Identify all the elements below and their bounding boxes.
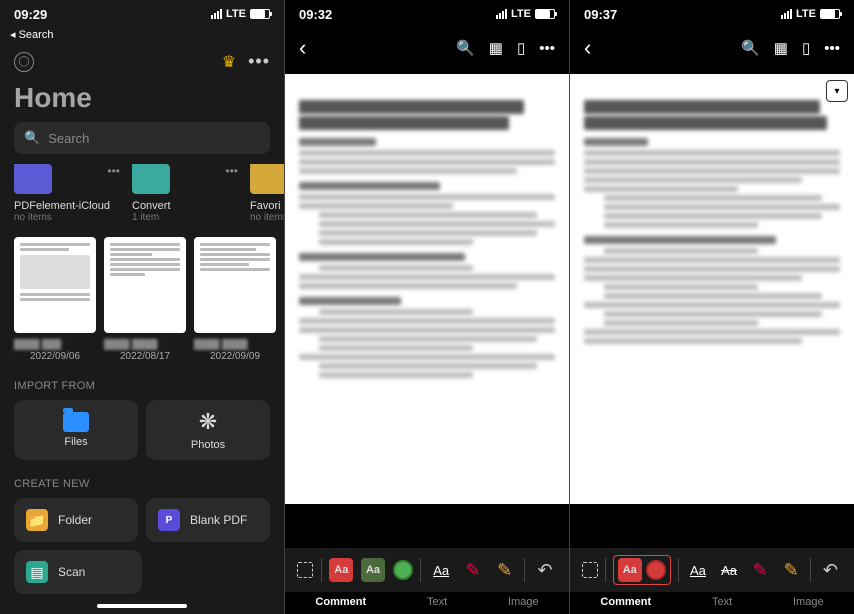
create-blank-pdf-button[interactable]: P Blank PDF <box>146 498 270 542</box>
back-to-search[interactable]: ◂ Search <box>0 28 284 45</box>
tab-comment[interactable]: Comment <box>315 596 366 608</box>
select-area-tool[interactable] <box>297 562 313 578</box>
search-placeholder: Search <box>48 131 89 146</box>
more-icon[interactable]: ••• <box>539 40 555 57</box>
more-icon[interactable]: ••• <box>824 40 840 57</box>
tab-comment[interactable]: Comment <box>600 596 651 608</box>
battery-icon <box>535 9 555 19</box>
folder-icon <box>132 164 170 194</box>
stamp-red-tool[interactable] <box>646 560 666 580</box>
grid-icon[interactable]: ▦ <box>774 39 788 57</box>
selected-tool-group: Aa <box>613 555 671 585</box>
highlighter-tool[interactable]: ✎ <box>779 558 803 582</box>
status-time: 09:37 <box>584 7 617 22</box>
import-label: IMPORT FROM <box>0 362 284 400</box>
top-row: ◯ ♛ ••• <box>0 45 284 78</box>
battery-icon <box>250 9 270 19</box>
more-icon[interactable]: ••• <box>248 51 270 72</box>
recent-docs: ████ ███ 2022/09/06 ████ ████ 2022/08/17… <box>0 223 284 362</box>
scan-button[interactable]: ▤ Scan <box>14 550 142 594</box>
text-underline-tool[interactable]: Aa <box>429 558 453 582</box>
crown-icon[interactable]: ♛ <box>222 52 236 72</box>
doc-item[interactable]: ████ ███ 2022/09/06 <box>14 237 96 362</box>
folder-icon: 📁 <box>26 509 48 531</box>
profile-icon[interactable]: ◯ <box>14 52 34 72</box>
grid-icon[interactable]: ▦ <box>489 39 503 57</box>
tab-image[interactable]: Image <box>508 596 539 608</box>
bookmark-icon[interactable]: ▯ <box>802 39 810 57</box>
files-icon <box>63 412 89 432</box>
status-time: 09:29 <box>14 7 47 22</box>
search-input[interactable]: 🔍 Search <box>14 122 270 154</box>
search-icon[interactable]: 🔍 <box>741 39 760 57</box>
stamp-green-tool[interactable] <box>393 560 413 580</box>
signal-icon <box>781 9 792 19</box>
folder-pdfelement[interactable]: ••• PDFelement-iCloud no items <box>14 164 124 223</box>
folder-more-icon[interactable]: ••• <box>225 164 238 178</box>
status-right: LTE <box>211 8 270 20</box>
annotation-toolbar: Aa Aa Aa ✎ ✎ ↶ <box>570 548 854 592</box>
folder-more-icon[interactable]: ••• <box>107 164 120 178</box>
text-strike-tool[interactable]: Aa <box>717 558 741 582</box>
highlighter-tool[interactable]: ✎ <box>493 558 517 582</box>
back-icon[interactable]: ‹ <box>299 35 306 61</box>
create-label: CREATE NEW <box>0 460 284 498</box>
document-viewer[interactable]: ▾ <box>570 74 854 504</box>
undo-icon[interactable]: ↶ <box>533 558 557 582</box>
signal-icon <box>211 9 222 19</box>
tab-image[interactable]: Image <box>793 596 824 608</box>
folder-row: ••• PDFelement-iCloud no items ••• Conve… <box>0 164 284 223</box>
pen-tool[interactable]: ✎ <box>461 558 485 582</box>
photos-icon: ❋ <box>199 409 217 435</box>
search-icon: 🔍 <box>24 130 40 146</box>
status-bar: 09:32 LTE <box>285 0 569 28</box>
nav-bar: ‹ 🔍 ▦ ▯ ••• <box>570 28 854 68</box>
tab-text[interactable]: Text <box>712 596 732 608</box>
import-photos-button[interactable]: ❋ Photos <box>146 400 270 460</box>
folder-favorites[interactable]: Favori no items <box>250 164 284 223</box>
search-icon[interactable]: 🔍 <box>456 39 475 57</box>
home-indicator[interactable] <box>97 604 187 608</box>
bottom-tabs: Comment Text Image <box>570 592 854 614</box>
home-screen: 09:29 LTE ◂ Search ◯ ♛ ••• Home 🔍 Search… <box>0 0 284 614</box>
status-bar: 09:37 LTE <box>570 0 854 28</box>
doc-item[interactable]: ████ ████ 2022/08/17 <box>104 237 186 362</box>
text-style-red-tool[interactable]: Aa <box>618 558 642 582</box>
select-area-tool[interactable] <box>582 562 598 578</box>
folder-icon <box>14 164 52 194</box>
battery-icon <box>820 9 840 19</box>
pdf-icon: P <box>158 509 180 531</box>
status-time: 09:32 <box>299 7 332 22</box>
doc-item[interactable]: ████ ████ 2022/09/09 <box>194 237 276 362</box>
back-icon[interactable]: ‹ <box>584 35 591 61</box>
page-title: Home <box>0 78 284 122</box>
annotation-toolbar: Aa Aa Aa ✎ ✎ ↶ <box>285 548 569 592</box>
bottom-tabs: Comment Text Image <box>285 592 569 614</box>
text-style-red-tool[interactable]: Aa <box>329 558 353 582</box>
text-style-green-tool[interactable]: Aa <box>361 558 385 582</box>
pen-tool[interactable]: ✎ <box>748 558 772 582</box>
signal-icon <box>496 9 507 19</box>
import-files-button[interactable]: Files <box>14 400 138 460</box>
editor-screen-1: 09:32 LTE ‹ 🔍 ▦ ▯ ••• Aa Aa <box>284 0 569 614</box>
undo-icon[interactable]: ↶ <box>818 558 842 582</box>
scan-icon: ▤ <box>26 561 48 583</box>
tab-text[interactable]: Text <box>427 596 447 608</box>
status-bar: 09:29 LTE <box>0 0 284 28</box>
save-icon[interactable]: ▾ <box>826 80 848 102</box>
editor-screen-2: 09:37 LTE ‹ 🔍 ▦ ▯ ••• ▾ Aa A <box>569 0 854 614</box>
bookmark-icon[interactable]: ▯ <box>517 39 525 57</box>
folder-icon <box>250 164 284 194</box>
network-label: LTE <box>226 8 246 20</box>
nav-bar: ‹ 🔍 ▦ ▯ ••• <box>285 28 569 68</box>
folder-convert[interactable]: ••• Convert 1 item <box>132 164 242 223</box>
create-folder-button[interactable]: 📁 Folder <box>14 498 138 542</box>
document-viewer[interactable] <box>285 74 569 504</box>
text-underline-tool[interactable]: Aa <box>686 558 710 582</box>
